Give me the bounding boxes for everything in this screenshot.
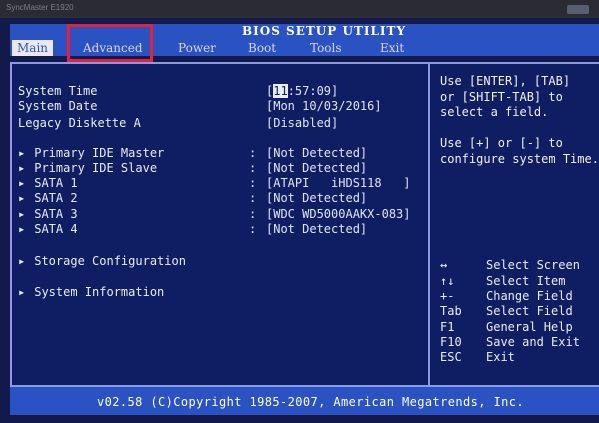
system-date-label[interactable]: System Date (18, 99, 97, 113)
separator-colon: : (249, 222, 257, 236)
drive-item-sata-1[interactable]: ▸ SATA 1 (18, 176, 78, 190)
drive-item-primary-ide-master[interactable]: ▸ Primary IDE Master (18, 146, 164, 160)
submenu-arrow-icon: ▸ (18, 191, 26, 205)
help-text-line: Use [+] or [-] to (440, 136, 563, 150)
footer-bar: v02.58 (C)Copyright 1985-2007, American … (10, 387, 599, 415)
drive-value: [Not Detected] (266, 222, 368, 236)
help-text-line: or [SHIFT-TAB] to (440, 90, 563, 104)
drive-item-sata-4[interactable]: ▸ SATA 4 (18, 222, 78, 236)
time-rest: :57:09] (287, 84, 339, 98)
drive-label: Primary IDE Master (34, 146, 165, 160)
legacy-diskette-label[interactable]: Legacy Diskette A (18, 116, 141, 130)
key-f10: F10 (440, 335, 462, 349)
key-description: General Help (486, 320, 573, 334)
separator-colon: : (249, 146, 257, 160)
submenu-system-information[interactable]: ▸ System Information (18, 285, 164, 299)
drive-value: [WDC WD5000AAKX-083] (266, 207, 411, 221)
submenu-arrow-icon: ▸ (18, 207, 26, 221)
drive-label: SATA 1 (34, 176, 78, 190)
submenu-arrow-icon: ▸ (18, 146, 26, 160)
drive-label: SATA 4 (34, 222, 78, 236)
monitor-bezel: SyncMaster E1920 (0, 0, 599, 18)
drive-value: [Not Detected] (266, 161, 368, 175)
system-date-value[interactable]: [Mon 10/03/2016] (266, 99, 382, 113)
tab-exit[interactable]: Exit (380, 40, 404, 56)
submenu-arrow-icon: ▸ (18, 176, 26, 190)
key-plus-minus: +- (440, 289, 455, 303)
key-description: Select Field (486, 304, 573, 318)
submenu-label: System Information (34, 285, 165, 299)
key-description: Change Field (486, 289, 573, 303)
tab-boot[interactable]: Boot (248, 40, 276, 56)
submenu-arrow-icon: ▸ (18, 285, 26, 299)
key-description: Select Screen (486, 258, 580, 272)
submenu-arrow-icon: ▸ (18, 222, 26, 236)
time-hour-field[interactable]: 11 (273, 84, 288, 98)
drive-item-sata-3[interactable]: ▸ SATA 3 (18, 207, 78, 221)
drive-item-sata-2[interactable]: ▸ SATA 2 (18, 191, 78, 205)
copyright-text: v02.58 (C)Copyright 1985-2007, American … (97, 395, 524, 409)
system-time-value[interactable]: [11:57:09] (266, 84, 338, 98)
drive-value: [ATAPI iHDS118 ] (266, 176, 411, 190)
key-left-right-arrow-icon: ↔ (440, 258, 448, 272)
key-up-down-arrow-icon: ↑↓ (440, 274, 455, 288)
tab-tools[interactable]: Tools (310, 40, 342, 56)
legacy-diskette-value[interactable]: [Disabled] (266, 116, 338, 130)
monitor-brand: SyncMaster E1920 (6, 3, 74, 12)
drive-item-primary-ide-slave[interactable]: ▸ Primary IDE Slave (18, 161, 157, 175)
submenu-arrow-icon: ▸ (18, 254, 26, 268)
separator-colon: : (249, 191, 257, 205)
tab-main[interactable]: Main (12, 40, 54, 56)
drive-value: [Not Detected] (266, 191, 368, 205)
tab-power[interactable]: Power (178, 40, 216, 56)
key-f1: F1 (440, 320, 455, 334)
key-description: Select Item (486, 274, 566, 288)
submenu-arrow-icon: ▸ (18, 161, 26, 175)
submenu-storage-configuration[interactable]: ▸ Storage Configuration (18, 254, 186, 268)
key-esc: ESC (440, 350, 462, 364)
system-time-label[interactable]: System Time (18, 84, 97, 98)
annotation-highlight-box (67, 24, 153, 62)
key-tab: Tab (440, 304, 462, 318)
key-description: Save and Exit (486, 335, 580, 349)
separator-colon: : (249, 161, 257, 175)
separator-colon: : (249, 176, 257, 190)
help-text-line: Use [ENTER], [TAB] (440, 74, 571, 88)
help-text-line: select a field. (440, 105, 549, 119)
help-text-line: configure system Time. (440, 152, 599, 166)
key-description: Exit (486, 350, 515, 364)
monitor-logo (567, 5, 589, 14)
separator-colon: : (249, 207, 257, 221)
drive-value: [Not Detected] (266, 146, 368, 160)
submenu-label: Storage Configuration (34, 254, 186, 268)
drive-label: SATA 2 (34, 191, 78, 205)
drive-label: SATA 3 (34, 207, 78, 221)
page-title: BIOS SETUP UTILITY (242, 24, 407, 38)
drive-label: Primary IDE Slave (34, 161, 158, 175)
